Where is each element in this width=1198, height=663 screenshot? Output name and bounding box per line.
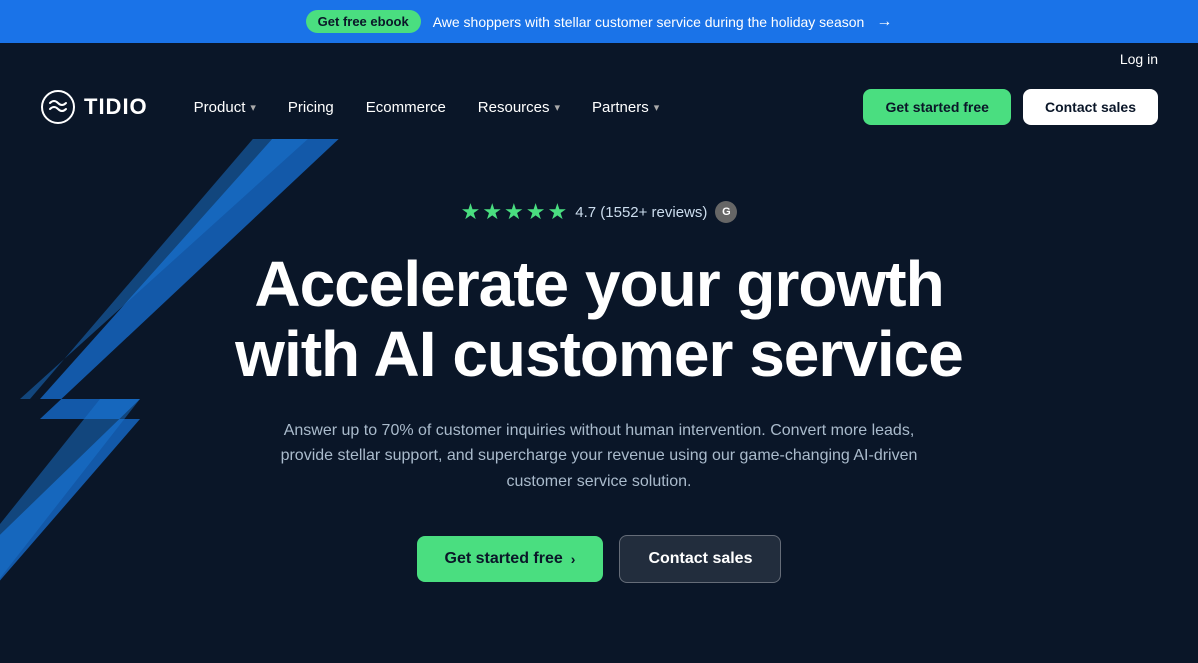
navbar: TIDIO Product ▾ Pricing Ecommerce Resour… [0,75,1198,139]
login-row: Log in [0,43,1198,75]
tidio-logo-icon [40,89,76,125]
hero-title-line2: with AI customer service [235,318,963,390]
nav-items: Product ▾ Pricing Ecommerce Resources ▾ … [180,91,864,124]
star-5: ★ [548,199,568,225]
ebook-badge[interactable]: Get free ebook [306,10,421,33]
nav-item-ecommerce[interactable]: Ecommerce [352,91,460,124]
nav-contact-sales-button[interactable]: Contact sales [1023,89,1158,125]
banner-text: Awe shoppers with stellar customer servi… [433,14,865,30]
rating-text: 4.7 (1552+ reviews) [575,204,707,221]
nav-item-product[interactable]: Product ▾ [180,91,270,124]
nav-item-partners[interactable]: Partners ▾ [578,91,673,124]
login-link[interactable]: Log in [1120,51,1158,67]
star-4: ★ [526,199,546,225]
hero-title: Accelerate your growth with AI customer … [235,249,963,390]
nav-actions: Get started free Contact sales [863,89,1158,125]
hero-actions: Get started free › Contact sales [235,535,963,583]
nav-item-resources[interactable]: Resources ▾ [464,91,574,124]
product-chevron-icon: ▾ [250,101,256,114]
logo-text: TIDIO [84,94,148,120]
hero-title-line1: Accelerate your growth [254,248,943,320]
star-2: ★ [482,199,502,225]
partners-chevron-icon: ▾ [654,101,660,114]
hero-section: ★ ★ ★ ★ ★ 4.7 (1552+ reviews) G Accelera… [0,139,1198,663]
stars-row: ★ ★ ★ ★ ★ 4.7 (1552+ reviews) G [235,199,963,225]
cta-arrow-icon: › [571,551,576,567]
top-banner[interactable]: Get free ebook Awe shoppers with stellar… [0,0,1198,43]
capterra-icon: G [715,201,737,223]
star-1: ★ [461,199,481,225]
star-rating: ★ ★ ★ ★ ★ [461,199,568,225]
resources-chevron-icon: ▾ [555,101,561,114]
banner-arrow: → [876,13,892,31]
hero-content: ★ ★ ★ ★ ★ 4.7 (1552+ reviews) G Accelera… [235,199,963,583]
hero-contact-sales-button[interactable]: Contact sales [619,535,781,583]
logo-area[interactable]: TIDIO [40,89,148,125]
hero-subtitle: Answer up to 70% of customer inquiries w… [269,418,929,495]
hero-get-started-button[interactable]: Get started free › [417,536,604,582]
nav-get-started-button[interactable]: Get started free [863,89,1010,125]
nav-item-pricing[interactable]: Pricing [274,91,348,124]
star-3: ★ [504,199,524,225]
